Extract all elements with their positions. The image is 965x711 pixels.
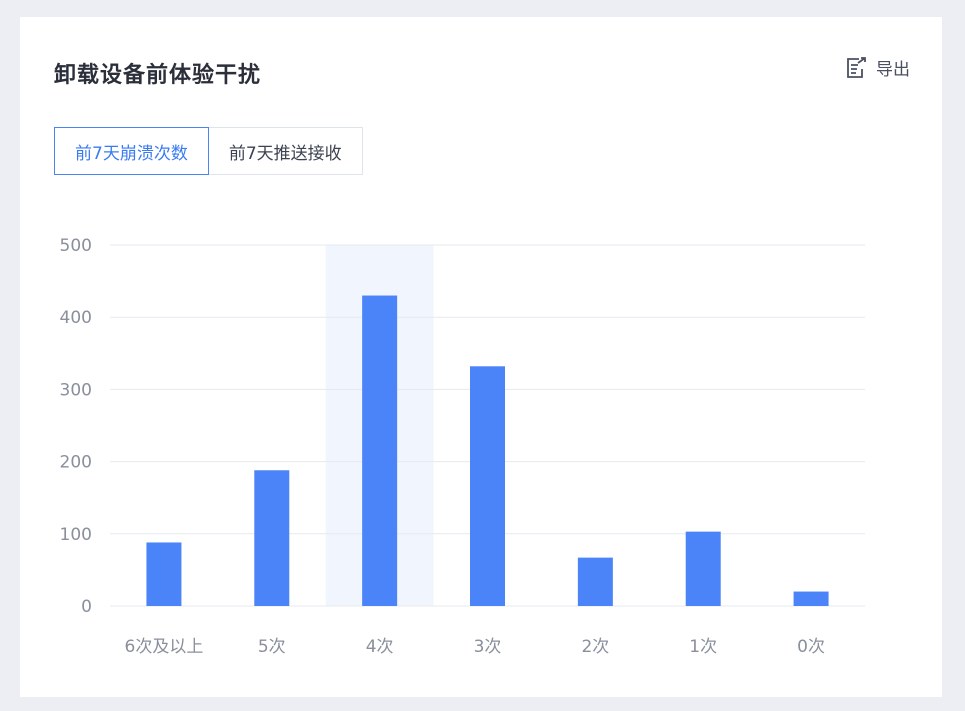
x-tick-label: 6次及以上	[125, 637, 204, 657]
y-tick-label: 300	[60, 380, 92, 400]
x-tick-label: 5次	[258, 637, 286, 657]
x-tick-label: 1次	[689, 637, 717, 657]
bar	[470, 366, 505, 606]
bar	[793, 591, 829, 606]
y-tick-label: 400	[60, 308, 92, 328]
y-tick-label: 200	[60, 453, 92, 473]
bar	[577, 557, 613, 606]
bar	[685, 531, 721, 606]
x-tick-label: 4次	[366, 637, 394, 657]
y-tick-label: 0	[81, 597, 92, 617]
bar	[146, 542, 182, 606]
bar	[362, 295, 398, 606]
bar	[254, 470, 290, 606]
y-tick-label: 100	[60, 525, 92, 545]
y-tick-label: 500	[60, 236, 92, 256]
x-tick-label: 3次	[474, 637, 502, 657]
x-tick-label: 0次	[797, 637, 825, 657]
bar-chart: 0 100 200 300 400 500 6次及以上 5次 4次 3次 2次 1次 0次	[60, 236, 865, 657]
x-tick-label: 2次	[581, 637, 609, 657]
